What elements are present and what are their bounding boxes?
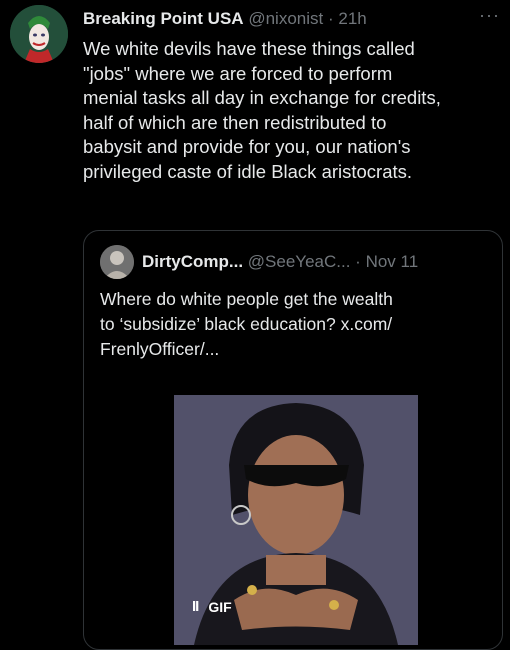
quoted-tweet-header: DirtyComp... @SeeYeaC... · Nov 11 bbox=[142, 252, 492, 272]
more-options-icon[interactable]: ··· bbox=[479, 5, 500, 26]
quoted-author-name[interactable]: DirtyComp... bbox=[142, 252, 243, 271]
author-handle[interactable]: @nixonist bbox=[248, 9, 323, 28]
gif-badge: GIF bbox=[208, 598, 232, 615]
author-avatar[interactable] bbox=[10, 5, 68, 63]
gif-controls: II GIF bbox=[192, 598, 232, 615]
joker-avatar-icon bbox=[10, 5, 68, 63]
separator-dot: · bbox=[327, 9, 334, 28]
gif-media[interactable]: II GIF bbox=[174, 395, 418, 645]
pause-icon[interactable]: II bbox=[192, 598, 199, 615]
tweet-header: Breaking Point USA @nixonist · 21h ··· bbox=[83, 5, 500, 31]
author-name[interactable]: Breaking Point USA bbox=[83, 9, 244, 28]
tweet-timestamp[interactable]: 21h bbox=[338, 9, 366, 28]
quoted-tweet-text: Where do white people get the wealth to … bbox=[100, 289, 393, 359]
separator-dot: · bbox=[355, 252, 361, 271]
quoted-author-handle[interactable]: @SeeYeaC... bbox=[248, 252, 351, 271]
quoted-author-avatar[interactable] bbox=[100, 245, 134, 279]
quoted-tweet[interactable]: DirtyComp... @SeeYeaC... · Nov 11 Where … bbox=[83, 230, 503, 650]
user-avatar-icon bbox=[100, 245, 134, 279]
quoted-tweet-date[interactable]: Nov 11 bbox=[366, 252, 419, 271]
tweet-text: We white devils have these things called… bbox=[83, 38, 441, 182]
